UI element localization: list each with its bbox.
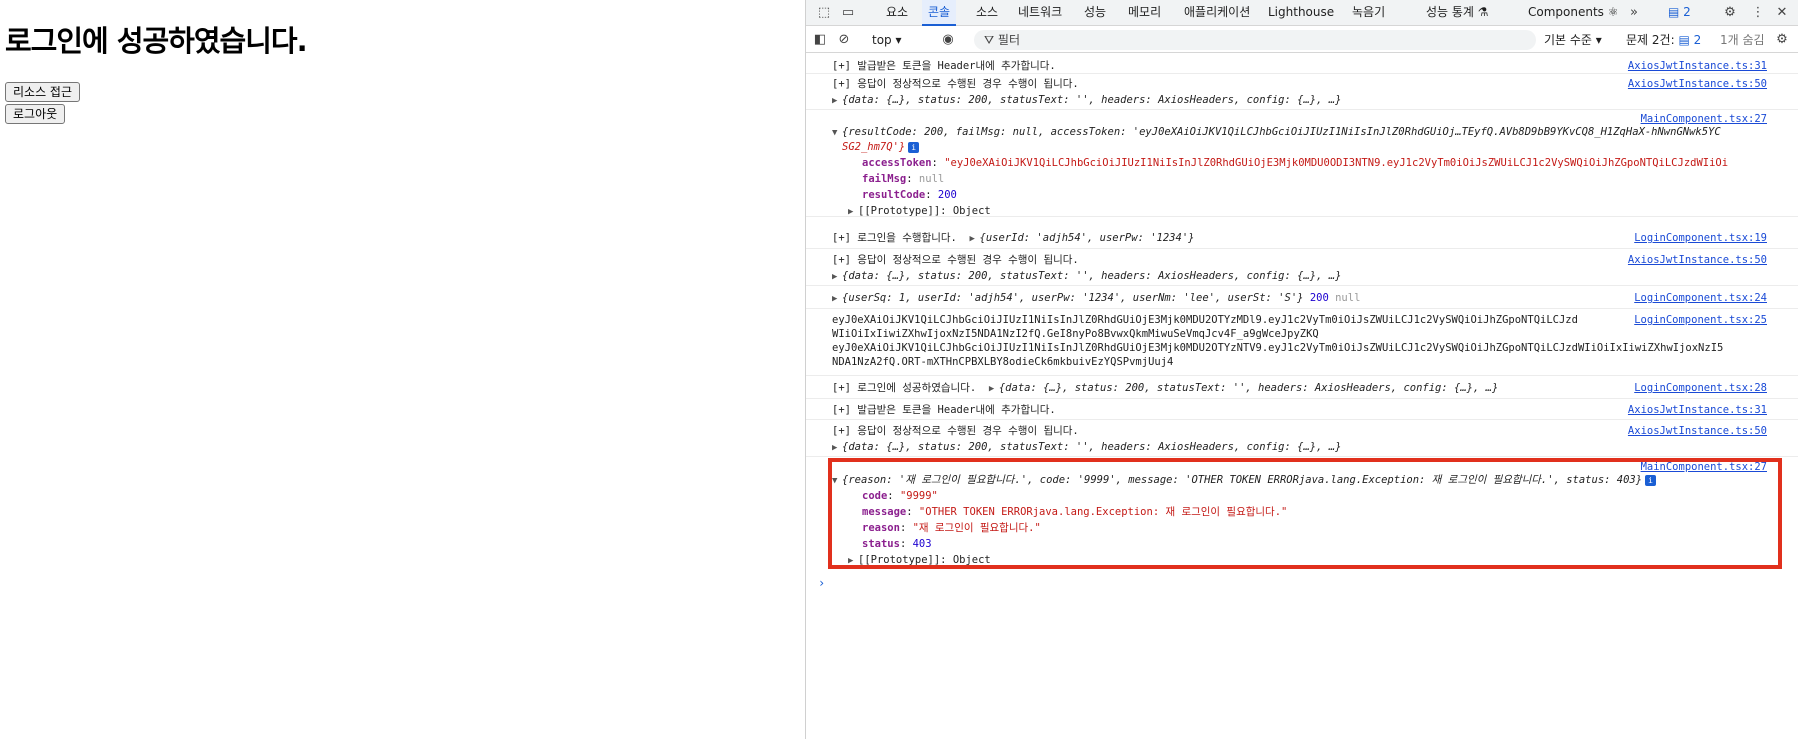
inspect-element-icon[interactable]: ⬚	[814, 3, 834, 23]
live-expression-eye-icon[interactable]: ◉	[938, 30, 958, 50]
sidebar-toggle-icon[interactable]: ◧	[810, 30, 830, 50]
source-link[interactable]: AxiosJwtInstance.ts:31	[1628, 58, 1767, 74]
source-link[interactable]: AxiosJwtInstance.ts:50	[1628, 423, 1767, 439]
expand-triangle-icon: ▶	[832, 272, 838, 282]
resource-access-button[interactable]: 리소스 접근	[5, 82, 81, 102]
console-message: [+] 응답이 정상적으로 수행된 경우 수행이 됩니다. AxiosJwtIn…	[806, 250, 1798, 286]
kebab-menu-icon[interactable]: ⋮	[1748, 3, 1768, 23]
more-tabs-icon[interactable]: »	[1624, 3, 1644, 23]
tab-network[interactable]: 네트워크	[1018, 0, 1062, 26]
device-toolbar-icon[interactable]: ▭	[838, 3, 858, 23]
hidden-count: 1개 숨김	[1720, 33, 1765, 47]
expanded-object-summary[interactable]: ▼ {resultCode: 200, failMsg: null, access…	[832, 124, 1721, 140]
settings-gear-icon[interactable]: ⚙	[1720, 3, 1740, 23]
devtools-tabbar: ⬚ ▭ 요소 콘솔 소스 네트워크 성능 메모리 애플리케이션 Lighthou…	[806, 0, 1798, 26]
expand-triangle-icon: ▶	[988, 384, 995, 394]
expand-triangle-icon: ▶	[848, 207, 854, 217]
close-icon[interactable]: ✕	[1772, 3, 1792, 23]
expandable-object[interactable]: ▶ {data: {…}, status: 200, statusText: ''…	[832, 439, 1341, 455]
console-settings-gear-icon[interactable]: ⚙	[1772, 30, 1792, 50]
expand-triangle-icon: ▶	[832, 443, 838, 453]
clear-console-icon[interactable]: ⊘	[834, 30, 854, 50]
console-message: [+] 발급받은 토큰을 Header내에 추가합니다. AxiosJwtIns…	[806, 54, 1798, 74]
expandable-object[interactable]: ▶ {data: {…}, status: 200, statusText: ''…	[832, 268, 1341, 284]
filter-icon: ⛛	[984, 33, 995, 47]
console-message: [+] 응답이 정상적으로 수행된 경우 수행이 됩니다. AxiosJwtIn…	[806, 74, 1798, 110]
console-prompt[interactable]: ›	[818, 576, 825, 590]
console-message: [+] 로그인을 수행합니다. ▶ {userId: 'adjh54', user…	[806, 227, 1798, 249]
console-message: [+] 응답이 정상적으로 수행된 경우 수행이 됩니다. AxiosJwtIn…	[806, 421, 1798, 457]
info-icon: i	[908, 142, 920, 153]
devtools-panel: ⬚ ▭ 요소 콘솔 소스 네트워크 성능 메모리 애플리케이션 Lighthou…	[805, 0, 1798, 739]
source-link[interactable]: LoginComponent.tsx:25	[1634, 312, 1767, 328]
source-link[interactable]: AxiosJwtInstance.ts:31	[1628, 402, 1767, 418]
tab-components[interactable]: Components ⚛	[1528, 0, 1619, 26]
console-message: ▶ {userSq: 1, userId: 'adjh54', userPw: '…	[806, 287, 1798, 309]
console-message: [+] 발급받은 토큰을 Header내에 추가합니다. AxiosJwtIns…	[806, 400, 1798, 420]
expand-triangle-icon: ▶	[969, 234, 975, 244]
console-message: [+] 로그인에 성공하였습니다. ▶ {data: {…}, status: 2…	[806, 377, 1798, 399]
source-link[interactable]: LoginComponent.tsx:28	[1634, 380, 1767, 396]
context-selector[interactable]: top ▾	[872, 27, 902, 53]
prototype-row[interactable]: ▶ [[Prototype]]: Object	[848, 203, 991, 219]
tab-elements[interactable]: 요소	[886, 0, 908, 26]
expandable-object[interactable]: ▶ {data: {…}, status: 200, statusText: ''…	[832, 92, 1341, 108]
tab-performance[interactable]: 성능	[1084, 0, 1106, 26]
tab-memory[interactable]: 메모리	[1128, 0, 1161, 26]
tab-lighthouse[interactable]: Lighthouse	[1268, 0, 1334, 26]
tab-sources[interactable]: 소스	[976, 0, 998, 26]
tab-console[interactable]: 콘솔	[922, 0, 957, 26]
tab-recorder[interactable]: 녹음기	[1352, 0, 1385, 26]
console-message: MainComponent.tsx:27 ▼ {resultCode: 200, …	[806, 111, 1798, 217]
log-levels-dropdown[interactable]: 기본 수준 ▾	[1544, 27, 1602, 53]
console-output: [+] 발급받은 토큰을 Header내에 추가합니다. AxiosJwtIns…	[806, 54, 1798, 739]
source-link[interactable]: AxiosJwtInstance.ts:50	[1628, 252, 1767, 268]
source-link[interactable]: LoginComponent.tsx:24	[1634, 290, 1767, 306]
source-link[interactable]: AxiosJwtInstance.ts:50	[1628, 76, 1767, 92]
tab-performance-insights[interactable]: 성능 통계 ⚗	[1426, 0, 1489, 26]
web-page: 로그인에 성공하였습니다. 리소스 접근 로그아웃	[0, 0, 805, 739]
source-link[interactable]: LoginComponent.tsx:19	[1634, 230, 1767, 246]
issues-counter[interactable]: 문제 2건: ▤ 2	[1626, 27, 1701, 53]
expand-triangle-icon: ▶	[832, 96, 838, 106]
logout-button[interactable]: 로그아웃	[5, 104, 66, 124]
highlight-box	[828, 458, 1782, 569]
console-message: eyJ0eXAiOiJKV1QiLCJhbGciOiJIUzI1NiIsInJl…	[806, 310, 1798, 376]
console-toolbar: ◧ ⊘ top ▾ ◉ ⛛ 필터 기본 수준 ▾ 문제 2건: ▤ 2 1개 숨…	[806, 27, 1798, 53]
tab-application[interactable]: 애플리케이션	[1184, 0, 1250, 26]
filter-input[interactable]: ⛛ 필터	[974, 30, 1536, 50]
collapse-triangle-icon: ▼	[832, 128, 838, 138]
expand-triangle-icon: ▶	[832, 294, 838, 304]
issues-badge[interactable]: ▤ 2	[1668, 5, 1691, 21]
page-title: 로그인에 성공하였습니다.	[5, 24, 308, 58]
